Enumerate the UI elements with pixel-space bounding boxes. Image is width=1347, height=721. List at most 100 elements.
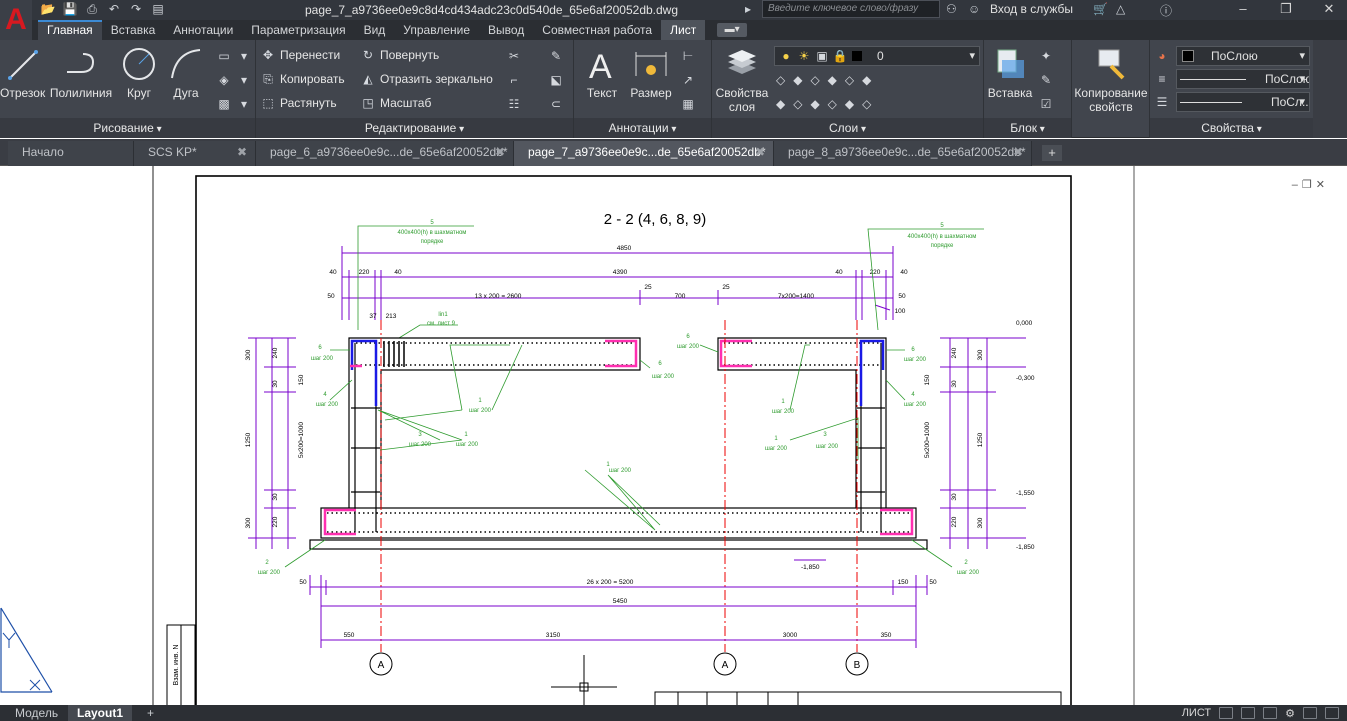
table-icon[interactable]: ▦ — [680, 96, 696, 112]
redo-icon[interactable]: ↷ — [128, 2, 144, 17]
binoculars-icon[interactable]: ⚇ — [946, 2, 957, 16]
tab-parametric[interactable]: Параметризация — [242, 20, 354, 40]
fillet-icon[interactable]: ⌐ — [506, 72, 522, 88]
customize-icon[interactable] — [1325, 707, 1339, 719]
edit-block-icon[interactable]: ✎ — [1038, 72, 1054, 88]
linetype-icon: ≡ — [1158, 72, 1166, 86]
search-input[interactable]: Введите ключевое слово/фразу — [762, 0, 940, 18]
undo-icon[interactable]: ↶ — [106, 2, 122, 17]
rectangle-icon[interactable]: ▭ — [216, 48, 232, 64]
properties-panel-title[interactable]: Свойства — [1150, 118, 1313, 138]
scale-button[interactable]: ◳ Масштаб — [360, 94, 431, 112]
signin-button[interactable]: Вход в службы — [990, 2, 1073, 16]
drawing-canvas[interactable]: Взам. инв. N 2 - 2 (4, 6, 8, 9) 4850 40 … — [0, 166, 1347, 705]
chevron-down-icon[interactable]: ▾ — [236, 48, 252, 64]
modify-panel-title[interactable]: Редактирование — [256, 118, 573, 138]
copy-button[interactable]: ⎘ Копировать — [260, 70, 344, 88]
text-button[interactable]: A Текст — [580, 46, 624, 100]
ribbon-toggle-icon[interactable]: ▬▾ — [717, 23, 748, 37]
circle-button[interactable]: Круг — [118, 46, 160, 100]
settings-icon[interactable]: ⚙ — [1285, 707, 1295, 720]
hatch-icon[interactable]: ◈ — [216, 72, 232, 88]
trim-icon[interactable]: ✂ — [506, 48, 522, 64]
draw-panel-title[interactable]: Рисование — [0, 118, 255, 138]
svg-text:3: 3 — [418, 432, 422, 438]
tab-insert[interactable]: Вставка — [102, 20, 165, 40]
arc-button[interactable]: Дуга — [164, 46, 208, 100]
help-icon[interactable]: ⓘ — [1160, 2, 1172, 19]
chevron-down-icon[interactable]: ▾ — [236, 96, 252, 112]
save-icon[interactable]: 💾 — [62, 2, 78, 17]
layers-panel-title[interactable]: Слои — [712, 118, 983, 138]
layer-tools-row-2[interactable]: ◆◇◆◇◆◇ — [776, 96, 916, 112]
close-tab-icon[interactable]: ✖ — [237, 141, 247, 164]
doc-tab-page6[interactable]: page_6_a9736ee0e9c...de_65e6af20052db* ✖ — [256, 141, 514, 166]
tool-icon[interactable] — [1303, 707, 1317, 719]
svg-text:30: 30 — [951, 380, 958, 388]
close-tab-icon[interactable]: ✖ — [1013, 141, 1023, 164]
block-panel-title[interactable]: Блок — [984, 118, 1071, 138]
attributes-icon[interactable]: ☑ — [1038, 96, 1054, 112]
workspace-icon[interactable]: ▤ — [150, 2, 166, 17]
match-properties-icon — [1098, 49, 1125, 80]
leader-icon[interactable]: ⊢ — [680, 48, 696, 64]
array-icon[interactable]: ☷ — [506, 96, 522, 112]
close-tab-icon[interactable]: ✖ — [495, 141, 505, 164]
close-tab-icon[interactable]: ✖ — [755, 141, 765, 164]
tab-collaborate[interactable]: Совместная работа — [533, 20, 661, 40]
region-icon[interactable]: ▩ — [216, 96, 232, 112]
open-icon[interactable]: 📂 — [40, 2, 56, 17]
rotate-button[interactable]: ↻ Повернуть — [360, 46, 439, 64]
user-icon[interactable]: ☺ — [968, 2, 980, 16]
match-properties-button[interactable]: Копирование свойств — [1072, 46, 1150, 114]
doc-tab-page7[interactable]: page_7_a9736ee0e9c...de_65e6af20052db* ✖ — [514, 141, 774, 166]
svg-text:5x200=1000: 5x200=1000 — [924, 422, 931, 458]
svg-text:240: 240 — [272, 347, 279, 358]
tab-annotate[interactable]: Аннотации — [164, 20, 242, 40]
tab-output[interactable]: Вывод — [479, 20, 533, 40]
offset-icon[interactable]: ⊂ — [548, 96, 564, 112]
minimize-icon[interactable]: – — [1228, 0, 1258, 20]
chevron-down-icon[interactable]: ▾ — [236, 72, 252, 88]
close-icon[interactable]: ✕ — [1314, 0, 1344, 20]
tab-layout1[interactable]: Layout1 — [68, 705, 133, 721]
dropdown-arrow-icon[interactable]: ▸ — [745, 2, 751, 16]
tab-view[interactable]: Вид — [355, 20, 395, 40]
exchange-icon[interactable]: △ — [1116, 2, 1125, 16]
tab-model[interactable]: Модель — [6, 705, 67, 721]
dimension-button[interactable]: Размер — [626, 46, 676, 100]
cart-icon[interactable]: 🛒 — [1093, 2, 1108, 16]
doc-tab-start[interactable]: Начало — [8, 141, 134, 166]
layer-tools-row-1[interactable]: ◇◆◇◆◇◆ — [776, 72, 916, 88]
add-layout-button[interactable]: + — [138, 705, 163, 721]
ortho-icon[interactable] — [1263, 707, 1278, 719]
snap-icon[interactable] — [1241, 707, 1256, 719]
polyline-button[interactable]: Полилиния — [46, 46, 116, 100]
annotation-panel-title[interactable]: Аннотации — [574, 118, 711, 138]
doc-tab-scs[interactable]: SCS KP* ✖ — [134, 141, 256, 166]
app-logo[interactable]: A — [0, 0, 32, 40]
explode-icon[interactable]: ⬕ — [548, 72, 564, 88]
grid-icon[interactable] — [1219, 707, 1234, 719]
viewport-controls[interactable]: –❐✕ — [1292, 178, 1329, 191]
insert-block-button[interactable]: Вставка — [986, 46, 1034, 100]
color-dropdown[interactable]: ПоСлою — [1176, 46, 1310, 66]
print-icon[interactable]: ⎙ — [84, 2, 100, 17]
doc-tab-page8[interactable]: page_8_a9736ee0e9c...de_65e6af20052db* ✖ — [774, 141, 1032, 166]
create-block-icon[interactable]: ✦ — [1038, 48, 1054, 64]
multileader-icon[interactable]: ↗ — [680, 72, 696, 88]
new-tab-button[interactable]: + — [1042, 145, 1062, 161]
tab-layout[interactable]: Лист — [661, 20, 706, 40]
line-button[interactable]: Отрезок — [0, 46, 45, 100]
mirror-button[interactable]: ◭ Отразить зеркально — [360, 70, 492, 88]
restore-icon[interactable]: ❐ — [1271, 0, 1301, 20]
svg-text:шаг 200: шаг 200 — [677, 344, 700, 350]
erase-icon[interactable]: ✎ — [548, 48, 564, 64]
svg-text:400x400(h) в шахматном: 400x400(h) в шахматном — [908, 234, 977, 240]
stretch-button[interactable]: ⬚ Растянуть — [260, 94, 336, 112]
tab-manage[interactable]: Управление — [394, 20, 479, 40]
paper-space-label[interactable]: ЛИСТ — [1182, 707, 1211, 719]
layer-properties-button[interactable]: Свойства слоя — [712, 46, 772, 114]
move-button[interactable]: ✥ Перенести — [260, 46, 340, 64]
tab-home[interactable]: Главная — [38, 20, 102, 40]
